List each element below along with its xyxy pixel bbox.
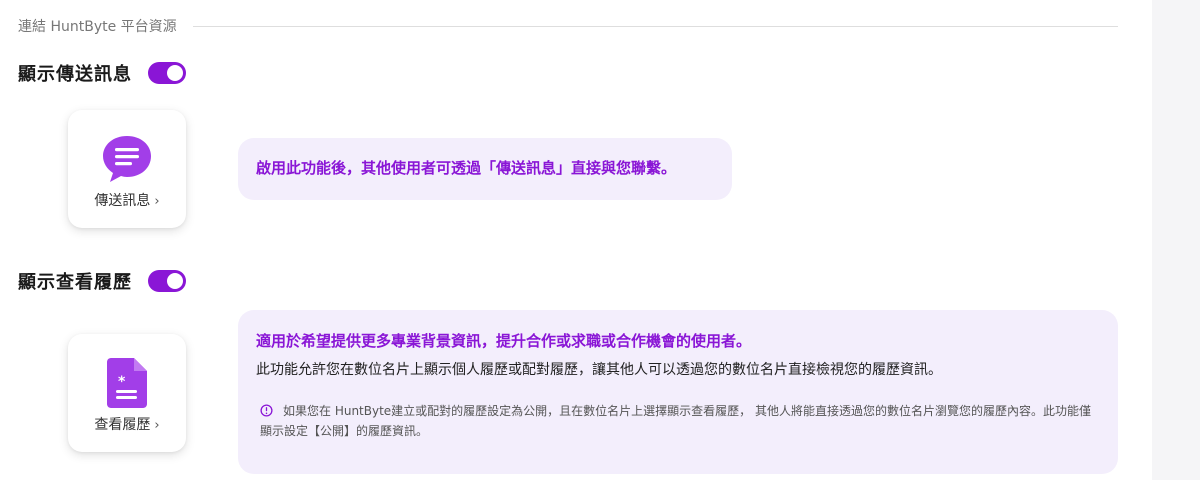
resume-note-text: 如果您在 HuntByte建立或配對的履歷設定為公開，且在數位名片上選擇顯示查看… xyxy=(260,404,1091,438)
view-resume-card-label: 查看履歷 › xyxy=(68,414,186,434)
send-message-label-text: 傳送訊息 xyxy=(94,193,151,209)
resume-description-bubble: 適用於希望提供更多專業背景資訊，提升合作或求職或合作機會的使用者。 此功能允許您… xyxy=(238,310,1118,474)
view-resume-card[interactable]: * 查看履歷 › xyxy=(68,334,186,452)
resume-toggle-label: 顯示查看履歷 xyxy=(18,272,132,293)
resume-note: 如果您在 HuntByte建立或配對的履歷設定為公開，且在數位名片上選擇顯示查看… xyxy=(260,401,1100,441)
resume-toggle-switch[interactable] xyxy=(148,270,186,292)
chevron-right-icon: › xyxy=(154,194,160,209)
toggle-knob xyxy=(167,273,183,289)
toggle-knob xyxy=(167,65,183,81)
send-message-card[interactable]: 傳送訊息 › xyxy=(68,110,186,228)
right-gutter xyxy=(1152,0,1200,480)
info-circle-icon xyxy=(260,404,273,417)
page: 連結 HuntByte 平台資源 顯示傳送訊息 傳送訊息 › 啟用此功能後，其他使… xyxy=(0,0,1200,480)
resume-description: 此功能允許您在數位名片上顯示個人履歷或配對履歷，讓其他人可以透過您的數位名片直接… xyxy=(256,362,942,378)
section-title: 連結 HuntByte 平台資源 xyxy=(18,19,177,35)
messaging-description-bubble: 啟用此功能後，其他使用者可透過「傳送訊息」直接與您聯繫。 xyxy=(238,138,732,200)
document-icon: * xyxy=(68,356,186,410)
section-divider xyxy=(192,25,1118,27)
chevron-right-icon: › xyxy=(154,418,160,433)
resume-toggle-row: 顯示查看履歷 xyxy=(18,268,186,294)
section-header: 連結 HuntByte 平台資源 xyxy=(18,16,1118,36)
chat-bubble-icon xyxy=(68,132,186,186)
view-resume-label-text: 查看履歷 xyxy=(94,417,151,433)
messaging-toggle-switch[interactable] xyxy=(148,62,186,84)
messaging-description: 啟用此功能後，其他使用者可透過「傳送訊息」直接與您聯繫。 xyxy=(256,159,677,177)
messaging-toggle-label: 顯示傳送訊息 xyxy=(18,64,132,85)
messaging-toggle-row: 顯示傳送訊息 xyxy=(18,60,186,86)
svg-text:*: * xyxy=(118,374,126,390)
send-message-card-label: 傳送訊息 › xyxy=(68,190,186,210)
resume-headline: 適用於希望提供更多專業背景資訊，提升合作或求職或合作機會的使用者。 xyxy=(256,332,752,350)
